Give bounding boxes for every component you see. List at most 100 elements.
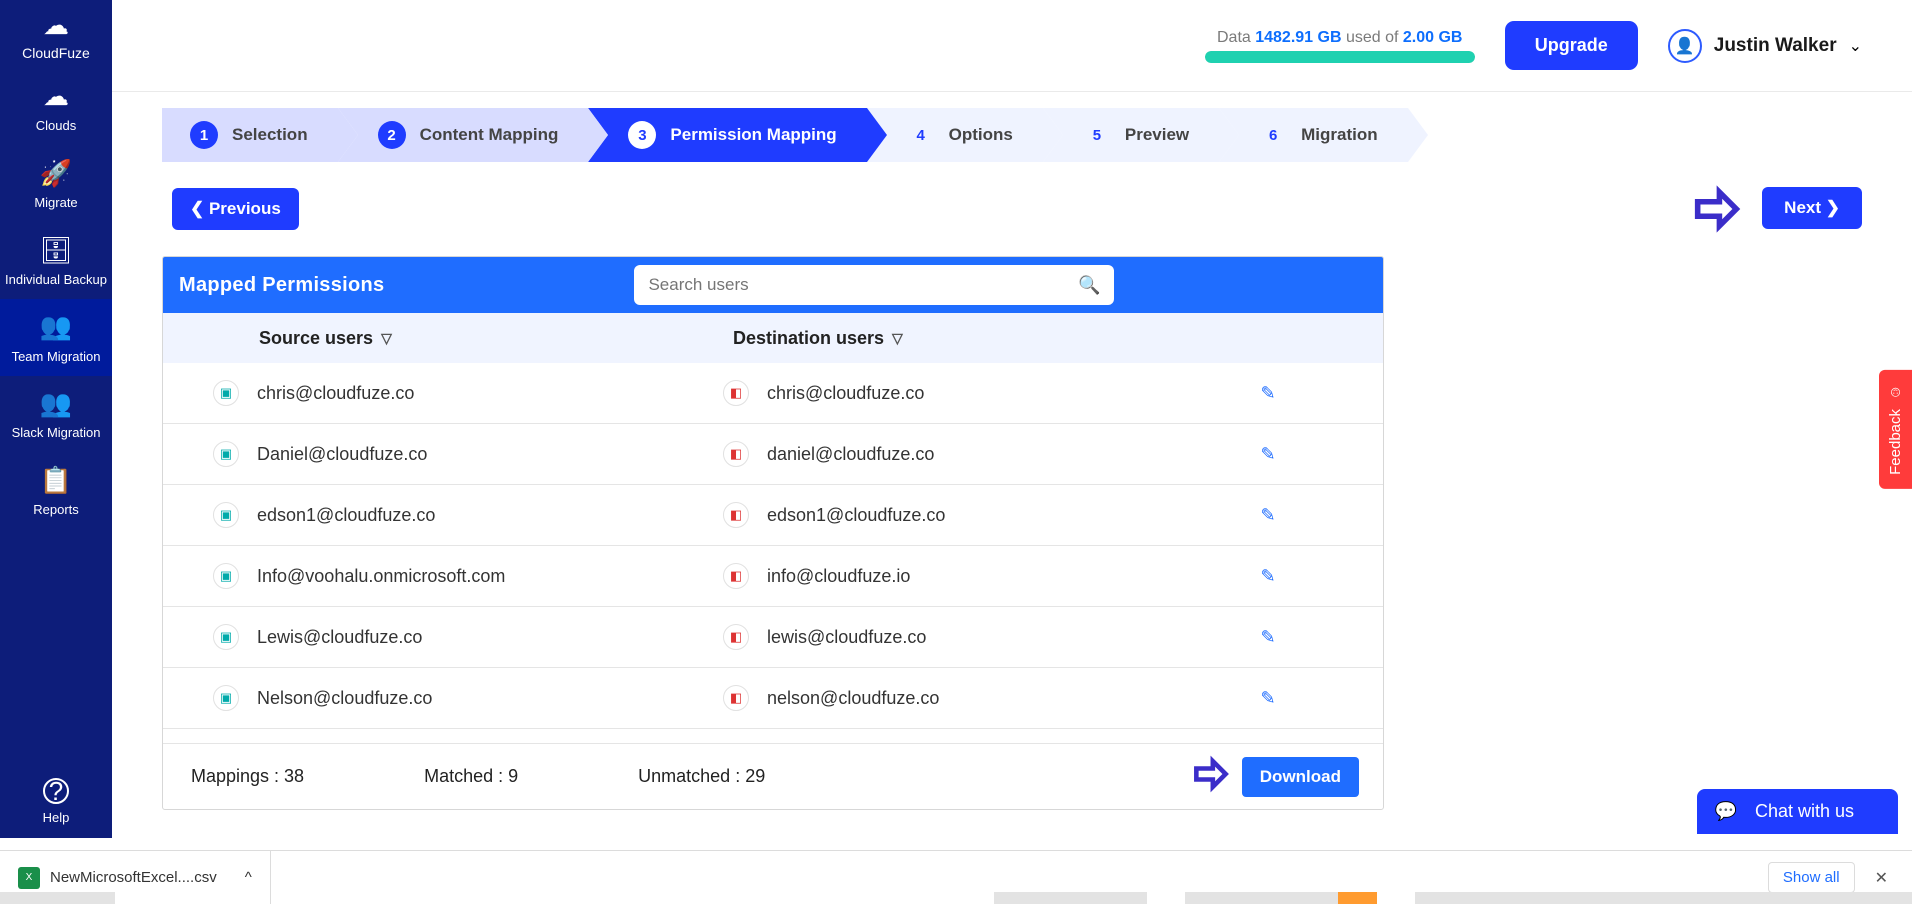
- card-header: Mapped Permissions 🔍: [163, 257, 1383, 313]
- source-cloud-icon: ▣: [213, 380, 239, 406]
- sidebar-item-help[interactable]: ? Help: [0, 766, 112, 838]
- brand-logo[interactable]: ☁ CloudFuze: [0, 0, 112, 69]
- header: Data 1482.91 GB used of 2.00 GB Upgrade …: [112, 0, 1912, 92]
- taskbar: [0, 892, 1912, 904]
- edit-icon[interactable]: ✎: [1260, 444, 1275, 464]
- nav-buttons: ❮ Previous Next ❯: [172, 180, 1862, 238]
- next-button[interactable]: Next ❯: [1762, 187, 1862, 229]
- sidebar-item-individual-backup[interactable]: 🗄 Individual Backup: [0, 223, 112, 300]
- sidebar: ☁ CloudFuze ☁ Clouds 🚀 Migrate 🗄 Individual…: [0, 0, 112, 838]
- destination-user: chris@cloudfuze.co: [767, 383, 924, 404]
- source-user: Info@voohalu.onmicrosoft.com: [257, 566, 505, 587]
- user-avatar-icon: 👤: [1668, 29, 1702, 63]
- sidebar-item-clouds[interactable]: ☁ Clouds: [0, 69, 112, 146]
- user-name: Justin Walker: [1714, 35, 1837, 57]
- table-body[interactable]: ▣chris@cloudfuze.co◧chris@cloudfuze.co✎▣…: [163, 363, 1383, 743]
- sidebar-item-migrate[interactable]: 🚀 Migrate: [0, 146, 112, 223]
- database-icon: 🗄: [4, 235, 108, 266]
- edit-icon[interactable]: ✎: [1260, 688, 1275, 708]
- card-title: Mapped Permissions: [179, 274, 384, 297]
- step-preview[interactable]: 5Preview: [1043, 108, 1219, 162]
- destination-user: lewis@cloudfuze.co: [767, 627, 926, 648]
- edit-icon[interactable]: ✎: [1260, 383, 1275, 403]
- source-cloud-icon: ▣: [213, 441, 239, 467]
- sidebar-label: Clouds: [36, 118, 76, 133]
- unmatched-count: Unmatched : 29: [638, 766, 765, 787]
- source-user: chris@cloudfuze.co: [257, 383, 414, 404]
- callout-arrow-icon: [1688, 180, 1746, 238]
- filter-icon[interactable]: ▽: [381, 330, 392, 347]
- table-header: Source users ▽ Destination users ▽: [163, 313, 1383, 363]
- filter-icon[interactable]: ▽: [892, 330, 903, 347]
- data-usage-bar: [1205, 51, 1475, 63]
- previous-button[interactable]: ❮ Previous: [172, 188, 299, 230]
- card-footer: Mappings : 38 Matched : 9 Unmatched : 29…: [163, 743, 1383, 809]
- search-box: 🔍: [634, 265, 1114, 305]
- source-cloud-icon: ▣: [213, 502, 239, 528]
- next-group: Next ❯: [1688, 180, 1862, 238]
- sidebar-label: Slack Migration: [12, 425, 101, 440]
- table-row: ▣Info@voohalu.onmicrosoft.com◧info@cloud…: [163, 546, 1383, 607]
- destination-cloud-icon: ◧: [723, 685, 749, 711]
- show-all-button[interactable]: Show all: [1768, 862, 1855, 893]
- sidebar-item-slack-migration[interactable]: 👥 Slack Migration: [0, 376, 112, 453]
- destination-user: nelson@cloudfuze.co: [767, 688, 939, 709]
- sidebar-label: Help: [43, 810, 70, 825]
- main: 1Selection 2Content Mapping 3Permission …: [112, 92, 1912, 838]
- destination-user: edson1@cloudfuze.co: [767, 505, 945, 526]
- sidebar-label: Team Migration: [12, 349, 101, 364]
- edit-icon[interactable]: ✎: [1260, 505, 1275, 525]
- sidebar-item-team-migration[interactable]: 👥 Team Migration: [0, 299, 112, 376]
- clipboard-icon: 📋: [4, 465, 108, 496]
- step-options[interactable]: 4Options: [867, 108, 1043, 162]
- source-user: edson1@cloudfuze.co: [257, 505, 435, 526]
- search-input[interactable]: [648, 275, 1068, 295]
- table-row: ▣Lewis@cloudfuze.co◧lewis@cloudfuze.co✎: [163, 607, 1383, 668]
- search-icon[interactable]: 🔍: [1078, 275, 1100, 296]
- user-menu[interactable]: 👤 Justin Walker ⌄: [1668, 29, 1862, 63]
- download-button[interactable]: Download: [1242, 757, 1359, 797]
- cloud-icon: ☁: [4, 81, 108, 112]
- column-destination-users: Destination users: [733, 328, 884, 349]
- chat-label: Chat with us: [1755, 801, 1854, 822]
- logo-icon: ☁: [0, 10, 112, 41]
- feedback-icon: ☺: [1887, 384, 1904, 401]
- mappings-count: Mappings : 38: [191, 766, 304, 787]
- source-cloud-icon: ▣: [213, 563, 239, 589]
- step-migration[interactable]: 6Migration: [1219, 108, 1408, 162]
- chevron-up-icon[interactable]: ^: [245, 869, 252, 886]
- sidebar-label: Migrate: [34, 195, 77, 210]
- excel-icon: X: [18, 867, 40, 889]
- step-wizard: 1Selection 2Content Mapping 3Permission …: [162, 108, 1862, 162]
- chevron-down-icon: ⌄: [1849, 36, 1862, 56]
- source-cloud-icon: ▣: [213, 624, 239, 650]
- team-icon: 👥: [4, 388, 108, 419]
- step-selection[interactable]: 1Selection: [162, 108, 338, 162]
- source-cloud-icon: ▣: [213, 685, 239, 711]
- destination-cloud-icon: ◧: [723, 380, 749, 406]
- step-permission-mapping[interactable]: 3Permission Mapping: [588, 108, 866, 162]
- table-row: ▣ chris@cloudfuze.co ◧ chris@cloudfuze.co ✎: [163, 363, 1383, 424]
- data-usage: Data 1482.91 GB used of 2.00 GB: [1205, 29, 1475, 63]
- edit-icon[interactable]: ✎: [1260, 627, 1275, 647]
- team-icon: 👥: [4, 311, 108, 342]
- table-row: ▣Nelson@cloudfuze.co◧nelson@cloudfuze.co…: [163, 668, 1383, 729]
- feedback-tab[interactable]: Feedback☺: [1879, 370, 1912, 489]
- brand-label: CloudFuze: [0, 45, 112, 61]
- close-icon[interactable]: ✕: [1869, 862, 1894, 894]
- edit-icon[interactable]: ✎: [1260, 566, 1275, 586]
- source-user: Daniel@cloudfuze.co: [257, 444, 427, 465]
- step-content-mapping[interactable]: 2Content Mapping: [338, 108, 589, 162]
- chat-icon: 💬: [1715, 801, 1737, 822]
- destination-cloud-icon: ◧: [723, 624, 749, 650]
- chat-widget[interactable]: 💬 Chat with us: [1697, 789, 1898, 834]
- rocket-icon: 🚀: [4, 158, 108, 189]
- column-source-users: Source users: [259, 328, 373, 349]
- sidebar-label: Reports: [33, 502, 79, 517]
- upgrade-button[interactable]: Upgrade: [1505, 21, 1638, 70]
- help-icon: ?: [43, 778, 69, 804]
- sidebar-item-reports[interactable]: 📋 Reports: [0, 453, 112, 530]
- destination-cloud-icon: ◧: [723, 502, 749, 528]
- table-row: ▣ edson1@cloudfuze.co ◧ edson1@cloudfuze.co…: [163, 485, 1383, 546]
- sidebar-label: Individual Backup: [5, 272, 107, 287]
